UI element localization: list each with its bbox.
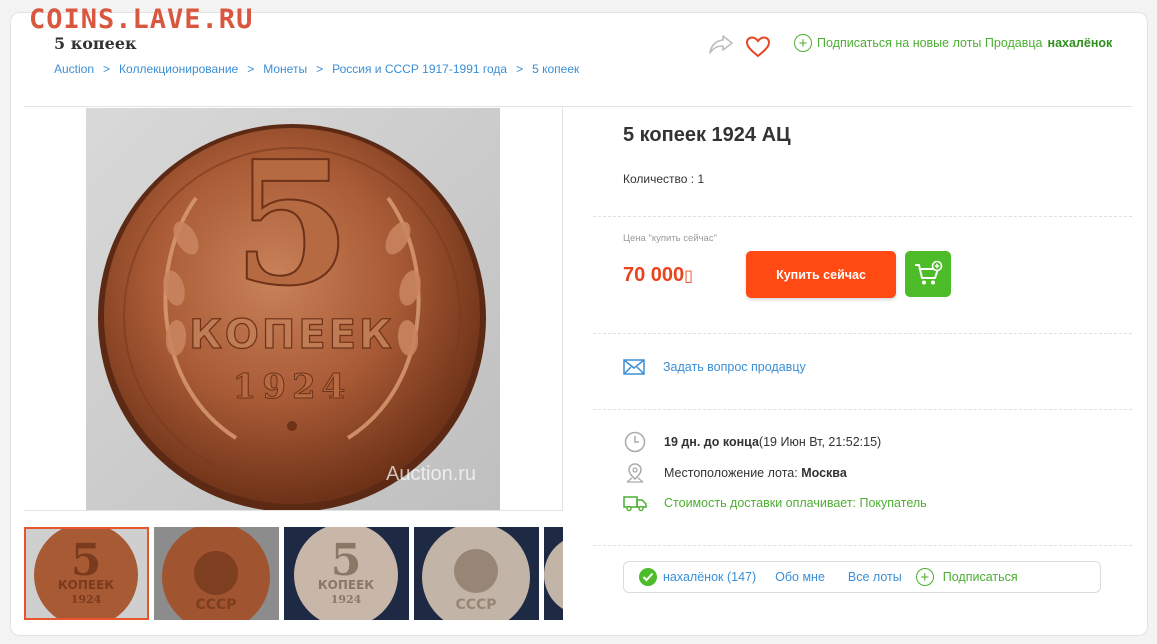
thumbnail-strip: 5 КОПЕЕК 1924 СССР 5 КОПЕЕК 1924 СССР (24, 527, 563, 620)
currency-glyph: ▯ (684, 268, 693, 285)
price-amount: 70 000 (623, 264, 685, 286)
check-icon (639, 568, 657, 586)
price-value: 70 000▯ (623, 264, 693, 287)
svg-text:1924: 1924 (71, 593, 102, 606)
add-to-cart-button[interactable] (905, 251, 951, 297)
location-row: Местоположение лота: Москва (623, 462, 847, 484)
divider (593, 409, 1132, 410)
about-seller-link[interactable]: Обо мне (775, 570, 825, 584)
svg-text:СССР: СССР (455, 597, 496, 613)
all-lots-link[interactable]: Все лоты (848, 570, 902, 584)
breadcrumb-collecting[interactable]: Коллекционирование (119, 62, 238, 76)
main-coin-image[interactable]: 5 КОПЕЕК 1924 Auction.ru (86, 108, 500, 510)
breadcrumb-5-kopeks[interactable]: 5 копеек (532, 62, 579, 76)
subscribe-seller-link[interactable]: + Подписаться на новые лоты Продавца нах… (794, 34, 1112, 52)
map-pin-icon (623, 462, 647, 484)
thumbnail-3[interactable]: 5 КОПЕЕК 1924 (284, 527, 409, 620)
site-watermark: COINS.LAVE.RU (29, 4, 254, 35)
image-watermark: Auction.ru (386, 463, 476, 485)
breadcrumb-russia-ussr[interactable]: Россия и СССР 1917-1991 года (332, 62, 507, 76)
divider (593, 216, 1132, 217)
lot-title: 5 копеек 1924 АЦ (623, 124, 791, 146)
thumbnail-2[interactable]: СССР (154, 527, 279, 620)
price-caption: Цена "купить сейчас" (623, 233, 717, 244)
ask-seller-row: Задать вопрос продавцу (623, 358, 806, 376)
heart-icon[interactable] (745, 35, 771, 59)
ask-seller-link[interactable]: Задать вопрос продавцу (663, 360, 806, 374)
divider (593, 545, 1132, 546)
envelope-icon (623, 359, 645, 375)
breadcrumb: Auction > Коллекционирование > Монеты > Россия… (54, 62, 579, 76)
svg-text:КОПЕЕК: КОПЕЕК (58, 578, 114, 592)
breadcrumb-auction[interactable]: Auction (54, 62, 94, 76)
location-label: Местоположение лота: (664, 466, 798, 480)
plus-circle-icon: + (794, 34, 812, 52)
plus-circle-icon: + (915, 568, 934, 586)
coin-denomination: 5 (233, 124, 351, 324)
page-title: 5 копеек (54, 34, 137, 53)
thumbnail-1[interactable]: 5 КОПЕЕК 1924 (24, 527, 149, 620)
thumbnail-4[interactable]: СССР (414, 527, 539, 620)
breadcrumb-separator: > (103, 62, 111, 76)
auction-end-row: 19 дн. до конца (19 Июн Вт, 21:52:15) (623, 431, 881, 453)
location-value: Москва (801, 466, 847, 480)
subscribe-text: Подписаться на новые лоты Продавца (817, 36, 1043, 50)
share-icon[interactable] (708, 33, 734, 55)
svg-text:КОПЕЕК: КОПЕЕК (318, 578, 374, 592)
breadcrumb-separator: > (247, 62, 255, 76)
quantity-label: Количество : 1 (623, 172, 705, 186)
svg-text:СССР: СССР (195, 597, 236, 613)
truck-icon (623, 492, 647, 514)
cart-plus-icon (915, 260, 943, 285)
breadcrumb-separator: > (316, 62, 324, 76)
svg-text:1924: 1924 (331, 593, 362, 606)
subscribe-seller-button[interactable]: Подписаться (943, 570, 1018, 584)
breadcrumb-separator: > (516, 62, 524, 76)
seller-name[interactable]: нахалёнок (1048, 36, 1113, 50)
breadcrumb-coins[interactable]: Монеты (263, 62, 307, 76)
coin-word: КОПЕЕК (189, 312, 395, 358)
shipping-row: Стоимость доставки оплачивает: Покупател… (623, 492, 927, 514)
seller-profile-link[interactable]: нахалёнок (147) (663, 570, 756, 584)
time-remaining: 19 дн. до конца (664, 435, 759, 449)
coin-year: 1924 (233, 367, 352, 407)
divider (593, 333, 1132, 334)
seller-info-bar: нахалёнок (147) Обо мне Все лоты + Подпи… (623, 561, 1101, 593)
end-datetime: (19 Июн Вт, 21:52:15) (758, 435, 882, 449)
shipping-text[interactable]: Стоимость доставки оплачивает: Покупател… (664, 496, 927, 510)
clock-icon (623, 431, 647, 453)
thumbnail-5[interactable] (544, 527, 563, 620)
buy-now-button[interactable]: Купить сейчас (746, 251, 896, 298)
